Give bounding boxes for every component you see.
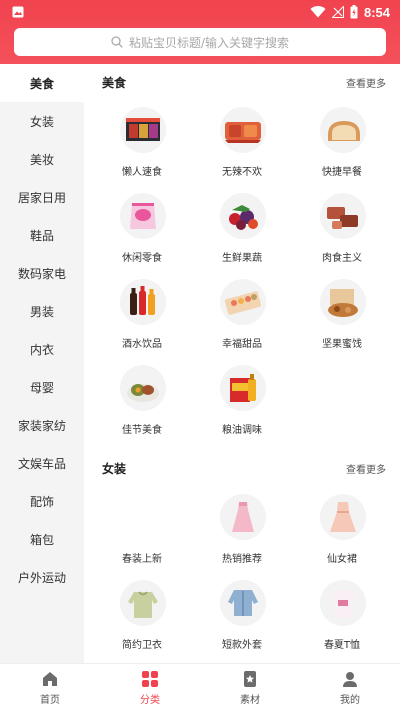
sidebar-item-shoes[interactable]: 鞋品 — [0, 216, 84, 254]
subcategory-label: 肉食主义 — [322, 253, 362, 264]
subcategory-label: 休闲零食 — [122, 253, 162, 264]
subcategory-item[interactable]: 仙女裙 — [292, 494, 392, 574]
spring-new-icon — [120, 494, 166, 540]
category-sidebar: 美食 女装 美妆 居家日用 鞋品 数码家电 男装 内衣 母婴 家装家纺 文娱车品… — [0, 64, 84, 663]
sidebar-item-outdoor[interactable]: 户外运动 — [0, 558, 84, 596]
battery-icon — [350, 5, 358, 19]
category-content: 美食 查看更多 懒人速食 无辣不欢 快捷早餐 休闲零食 生鲜果蔬 肉食主义 酒水… — [84, 64, 400, 663]
sidebar-item-menswear[interactable]: 男装 — [0, 292, 84, 330]
subcategory-label: 热销推荐 — [222, 554, 262, 565]
spicy-snack-icon — [220, 107, 266, 153]
section-title: 美食 — [102, 75, 127, 90]
section-header: 女装 查看更多 — [102, 459, 386, 477]
subcategory-label: 仙女裙 — [327, 554, 357, 565]
status-time: 8:54 — [363, 4, 390, 20]
bread-icon — [320, 107, 366, 153]
subcategory-item[interactable]: 无辣不欢 — [192, 107, 292, 187]
wifi-icon — [310, 6, 326, 18]
pink-dress-icon — [220, 494, 266, 540]
image-icon — [12, 6, 24, 18]
subcategory-item[interactable]: 酒水饮品 — [92, 279, 192, 359]
subcategory-item[interactable]: 简约卫衣 — [92, 580, 192, 660]
subcategory-label: 春装上新 — [122, 554, 162, 565]
subcategory-item[interactable]: 生鲜果蔬 — [192, 193, 292, 273]
tab-label: 素材 — [240, 694, 260, 706]
tab-mine[interactable]: 我的 — [300, 664, 400, 711]
dessert-box-icon — [220, 279, 266, 325]
status-bar: 8:54 — [0, 0, 400, 24]
tab-label: 首页 — [40, 694, 60, 706]
subcategory-item[interactable]: 热销推荐 — [192, 494, 292, 574]
signal-icon — [331, 6, 344, 18]
sidebar-item-bags[interactable]: 箱包 — [0, 520, 84, 558]
denim-jacket-icon — [220, 580, 266, 626]
home-icon — [43, 671, 57, 686]
subcategory-label: 懒人速食 — [122, 167, 162, 178]
sidebar-item-home-textile[interactable]: 家装家纺 — [0, 406, 84, 444]
tab-label: 分类 — [140, 694, 160, 706]
snack-bag-icon — [120, 193, 166, 239]
tab-material[interactable]: 素材 — [200, 664, 300, 711]
sidebar-item-beauty[interactable]: 美妆 — [0, 140, 84, 178]
subcategory-item[interactable]: 快捷早餐 — [292, 107, 392, 187]
subcategory-item[interactable]: 休闲零食 — [92, 193, 192, 273]
fairy-dress-icon — [320, 494, 366, 540]
tshirt-icon — [320, 580, 366, 626]
subcategory-item[interactable]: 肉食主义 — [292, 193, 392, 273]
subcategory-item[interactable]: 春夏T恤 — [292, 580, 392, 660]
sidebar-item-food[interactable]: 美食 — [0, 64, 84, 102]
nuts-box-icon — [320, 279, 366, 325]
tab-label: 我的 — [340, 694, 360, 706]
sidebar-item-underwear[interactable]: 内衣 — [0, 330, 84, 368]
subcategory-item[interactable]: 幸福甜品 — [192, 279, 292, 359]
subcategory-label: 粮油调味 — [222, 425, 262, 436]
meat-icon — [320, 193, 366, 239]
subcategory-item[interactable]: 坚果蜜饯 — [292, 279, 392, 359]
instant-noodle-icon — [120, 107, 166, 153]
fruit-icon — [220, 193, 266, 239]
see-more-link[interactable]: 查看更多 — [346, 461, 386, 476]
sidebar-item-baby[interactable]: 母婴 — [0, 368, 84, 406]
see-more-link[interactable]: 查看更多 — [346, 75, 386, 90]
subcategory-label: 简约卫衣 — [122, 640, 162, 651]
subcategory-label: 春夏T恤 — [323, 640, 361, 651]
sidebar-item-digital[interactable]: 数码家电 — [0, 254, 84, 292]
material-icon — [244, 670, 256, 687]
subcategory-label: 无辣不欢 — [222, 167, 262, 178]
tab-category[interactable]: 分类 — [100, 664, 200, 711]
subcategory-item[interactable]: 短款外套 — [192, 580, 292, 660]
sidebar-item-entertainment[interactable]: 文娱车品 — [0, 444, 84, 482]
subcategory-label: 快捷早餐 — [322, 167, 362, 178]
subcategory-label: 佳节美食 — [122, 425, 162, 436]
section-title: 女装 — [102, 461, 127, 476]
subcategory-item[interactable]: 懒人速食 — [92, 107, 192, 187]
subcategory-label: 酒水饮品 — [122, 339, 162, 350]
tab-home[interactable]: 首页 — [0, 664, 100, 711]
section-header: 美食 查看更多 — [102, 73, 386, 91]
festival-food-icon — [120, 365, 166, 411]
subcategory-item[interactable]: 春装上新 — [92, 494, 192, 574]
subcategory-item[interactable]: 佳节美食 — [92, 365, 192, 445]
search-placeholder: 粘贴宝贝标题/输入关键字搜索 — [128, 35, 290, 50]
search-input[interactable]: 粘贴宝贝标题/输入关键字搜索 — [14, 28, 386, 56]
user-icon — [343, 671, 357, 687]
sidebar-item-womenswear[interactable]: 女装 — [0, 102, 84, 140]
subcategory-label: 生鲜果蔬 — [222, 253, 262, 264]
drink-bottles-icon — [120, 279, 166, 325]
subcategory-label: 短款外套 — [222, 640, 262, 651]
subcategory-item[interactable]: 粮油调味 — [192, 365, 292, 445]
sidebar-item-accessories[interactable]: 配饰 — [0, 482, 84, 520]
category-icon — [142, 670, 158, 687]
subcategory-label: 坚果蜜饯 — [322, 339, 362, 350]
subcategory-label: 幸福甜品 — [222, 339, 262, 350]
grain-oil-icon — [220, 365, 266, 411]
hoodie-icon — [120, 580, 166, 626]
bottom-tab-bar: 首页 分类 素材 我的 — [0, 663, 400, 711]
search-icon — [111, 36, 123, 48]
sidebar-item-household[interactable]: 居家日用 — [0, 178, 84, 216]
